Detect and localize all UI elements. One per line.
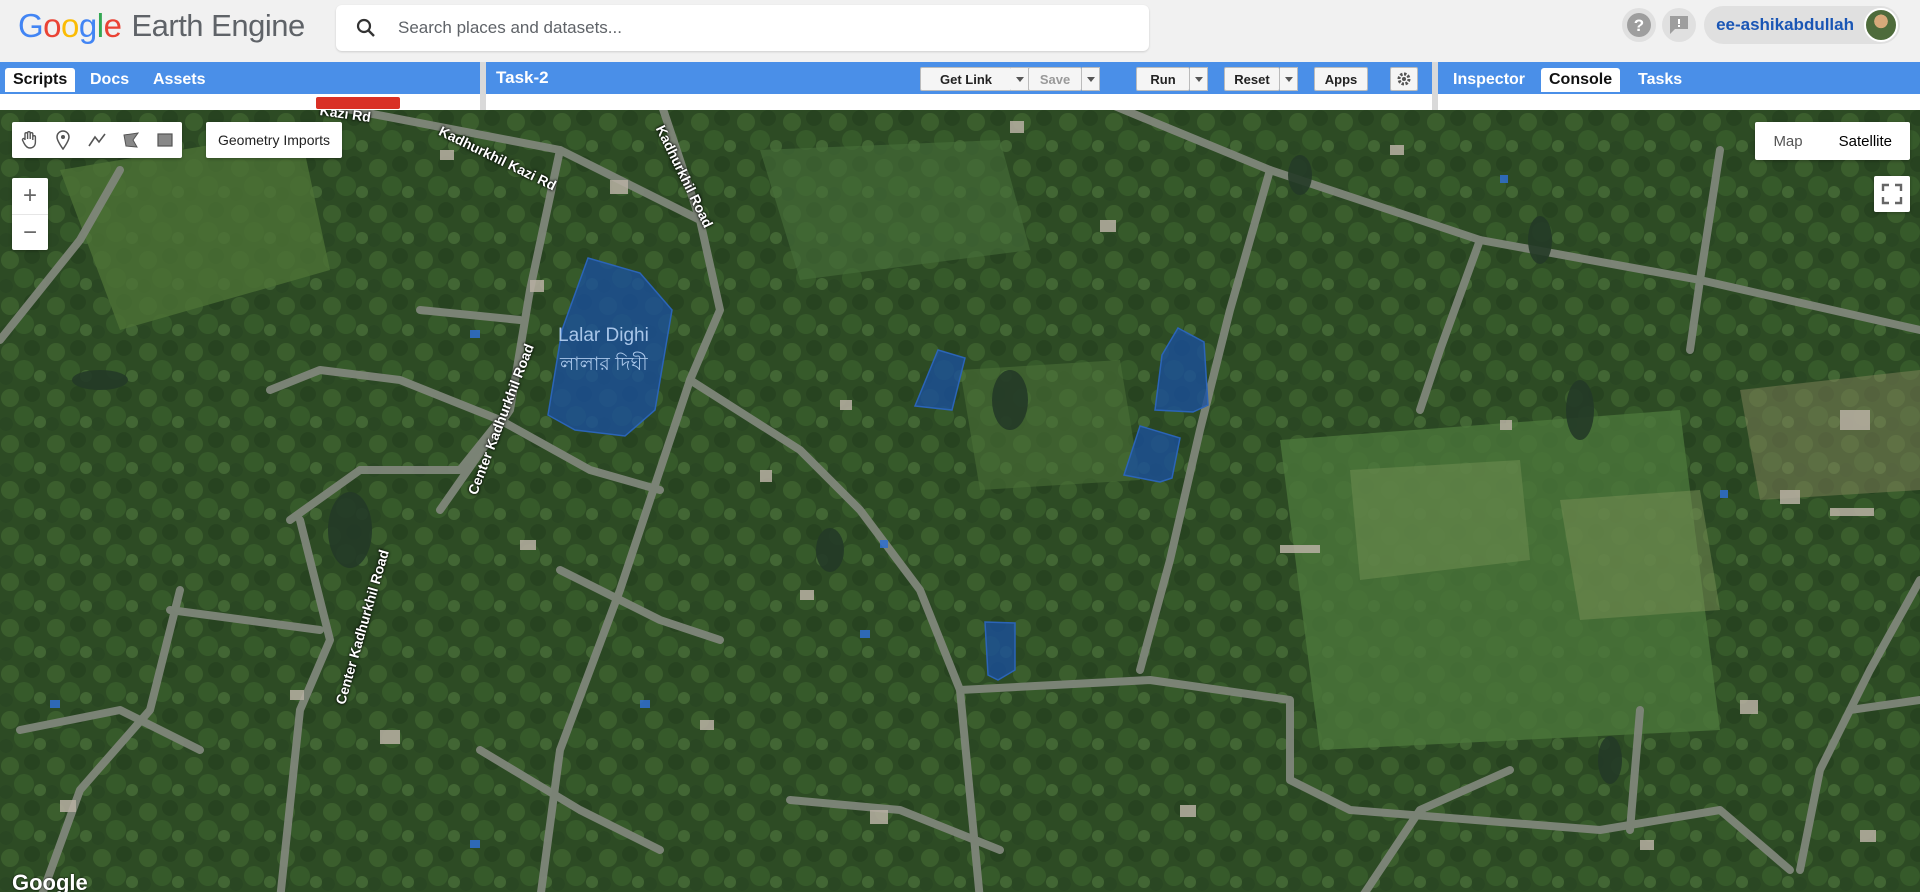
- help-icon: ?: [1627, 13, 1652, 37]
- feedback-icon: [1670, 16, 1689, 34]
- console-strip: [1438, 94, 1920, 111]
- run-dropdown[interactable]: [1190, 67, 1208, 91]
- map-type-satellite[interactable]: Satellite: [1821, 122, 1910, 160]
- logo-letter: g: [78, 7, 97, 44]
- map-type-map[interactable]: Map: [1755, 122, 1820, 160]
- place-label: Lalar Dighi: [558, 325, 649, 346]
- reset-dropdown[interactable]: [1280, 67, 1298, 91]
- svg-text:?: ?: [1634, 16, 1644, 35]
- geometry-imports-button[interactable]: Geometry Imports: [206, 122, 343, 158]
- logo-letter: e: [103, 7, 122, 44]
- tab-tasks[interactable]: Tasks: [1630, 68, 1690, 92]
- place-label-bengali: লালার দিঘী: [560, 354, 648, 375]
- product-name: Earth Engine: [131, 8, 305, 43]
- drawing-toolbar: [12, 122, 182, 158]
- line-tool[interactable]: [80, 122, 114, 158]
- pan-tool[interactable]: [12, 122, 46, 158]
- apps-button[interactable]: Apps: [1314, 67, 1368, 91]
- search-bar[interactable]: [336, 5, 1149, 51]
- rectangle-tool[interactable]: [148, 122, 182, 158]
- hand-icon: [21, 131, 37, 149]
- script-title[interactable]: Task-2: [496, 68, 549, 88]
- save-button[interactable]: Save: [1028, 67, 1082, 91]
- settings-button[interactable]: [1390, 67, 1418, 91]
- logo-letter: o: [61, 7, 79, 44]
- marker-icon: [56, 130, 70, 150]
- google-attribution: Google: [12, 870, 88, 892]
- zoom-control: + −: [12, 178, 48, 250]
- script-list-strip: [0, 94, 480, 111]
- tab-console[interactable]: Console: [1541, 68, 1621, 92]
- save-dropdown[interactable]: [1082, 67, 1100, 91]
- rectangle-icon: [157, 133, 173, 147]
- earth-engine-logo[interactable]: Google Earth Engine: [18, 6, 305, 46]
- tab-docs[interactable]: Docs: [82, 68, 137, 92]
- search-input[interactable]: [396, 17, 1100, 39]
- search-icon: [356, 18, 375, 37]
- run-button[interactable]: Run: [1136, 67, 1190, 91]
- code-editor-strip[interactable]: [486, 94, 1432, 111]
- logo-letter: o: [43, 7, 62, 44]
- polyline-icon: [88, 133, 106, 147]
- user-account-button[interactable]: ee-ashikabdullah: [1704, 6, 1900, 44]
- new-button[interactable]: [316, 97, 400, 109]
- polygon-icon: [123, 132, 140, 148]
- point-tool[interactable]: [46, 122, 80, 158]
- get-link-button[interactable]: Get Link: [920, 67, 1012, 91]
- tab-inspector[interactable]: Inspector: [1445, 68, 1533, 92]
- get-link-dropdown[interactable]: [1011, 67, 1029, 91]
- satellite-imagery: [0, 110, 1920, 892]
- feedback-button[interactable]: [1662, 8, 1697, 42]
- zoom-out-button[interactable]: −: [12, 215, 48, 251]
- polygon-tool[interactable]: [114, 122, 148, 158]
- fullscreen-icon: [1881, 183, 1903, 205]
- map-canvas[interactable]: Kazi Rd Kadhurkhil Kazi Rd Kadhurkhil Ro…: [0, 110, 1920, 892]
- user-name: ee-ashikabdullah: [1716, 15, 1854, 34]
- logo-letter: l: [96, 7, 104, 44]
- logo-letter: G: [18, 7, 44, 44]
- gear-icon: [1397, 72, 1411, 86]
- tab-assets[interactable]: Assets: [145, 68, 213, 92]
- help-button[interactable]: ?: [1622, 8, 1657, 42]
- avatar[interactable]: [1864, 8, 1898, 42]
- reset-button[interactable]: Reset: [1224, 67, 1280, 91]
- tab-scripts[interactable]: Scripts: [5, 68, 76, 92]
- map-type-control: Map Satellite: [1755, 122, 1910, 160]
- zoom-in-button[interactable]: +: [12, 178, 48, 215]
- fullscreen-button[interactable]: [1874, 176, 1910, 212]
- app-header: Google Earth Engine ? ee-ashikabdullah: [0, 0, 1920, 62]
